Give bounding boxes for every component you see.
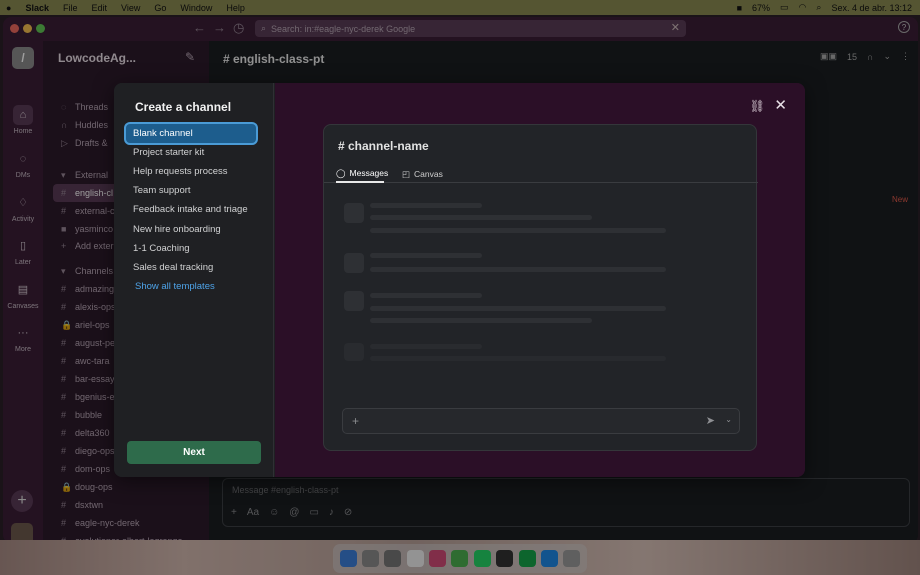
template-1-1-coaching[interactable]: 1-1 Coaching [126, 239, 256, 258]
preview-channel-name: # channel-name [338, 139, 429, 153]
template-feedback-intake[interactable]: Feedback intake and triage [126, 200, 256, 219]
template-help-requests[interactable]: Help requests process [126, 162, 256, 181]
tab-label: Messages [349, 168, 389, 178]
close-icon[interactable]: ✕ [774, 96, 787, 114]
template-preview-panel: ⛓ ✕ # channel-name ◯ Messages ◰ Canvas +… [275, 83, 805, 477]
show-all-templates-link[interactable]: Show all templates [126, 277, 256, 296]
template-project-starter-kit[interactable]: Project starter kit [126, 143, 256, 162]
channel-preview: # channel-name ◯ Messages ◰ Canvas + ➤ ⌄ [323, 124, 758, 451]
preview-tabs: ◯ Messages ◰ Canvas [324, 165, 758, 183]
create-channel-modal: Create a channel Blank channel Project s… [114, 83, 805, 477]
preview-composer: + ➤ ⌄ [342, 408, 740, 434]
plus-icon: + [352, 414, 360, 428]
template-panel: Create a channel Blank channel Project s… [114, 83, 274, 477]
template-sales-deal-tracking[interactable]: Sales deal tracking [126, 258, 256, 277]
modal-title: Create a channel [135, 100, 232, 114]
tab-label: Canvas [414, 169, 443, 179]
tab-messages[interactable]: ◯ Messages [336, 165, 388, 183]
chevron-down-icon: ⌄ [725, 415, 732, 424]
tab-canvas[interactable]: ◰ Canvas [402, 165, 443, 183]
message-bubble-icon: ◯ [336, 167, 346, 178]
template-team-support[interactable]: Team support [126, 181, 256, 200]
link-icon[interactable]: ⛓ [750, 99, 765, 113]
canvas-tab-icon: ◰ [402, 168, 411, 179]
next-button[interactable]: Next [127, 441, 261, 464]
send-icon: ➤ [705, 415, 715, 427]
template-new-hire-onboarding[interactable]: New hire onboarding [126, 220, 256, 239]
template-blank-channel[interactable]: Blank channel [126, 124, 256, 143]
